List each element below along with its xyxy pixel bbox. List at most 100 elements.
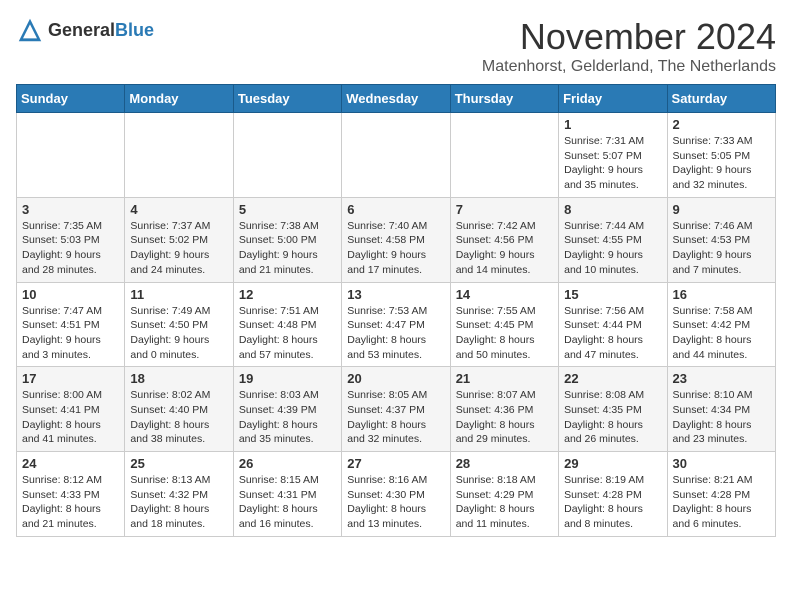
calendar-cell: 29Sunrise: 8:19 AM Sunset: 4:28 PM Dayli… (559, 452, 667, 537)
day-info: Sunrise: 8:08 AM Sunset: 4:35 PM Dayligh… (564, 388, 661, 447)
calendar-cell: 27Sunrise: 8:16 AM Sunset: 4:30 PM Dayli… (342, 452, 450, 537)
calendar-cell: 2Sunrise: 7:33 AM Sunset: 5:05 PM Daylig… (667, 113, 775, 198)
day-number: 14 (456, 287, 553, 302)
day-info: Sunrise: 7:53 AM Sunset: 4:47 PM Dayligh… (347, 304, 444, 363)
day-number: 7 (456, 202, 553, 217)
calendar-cell: 20 Sunrise: 8:05 AM Sunset: 4:37 PM Dayli… (342, 367, 450, 452)
calendar-cell: 17 Sunrise: 8:00 AM Sunset: 4:41 PM Dayli… (17, 367, 125, 452)
day-info: Sunrise: 7:42 AM Sunset: 4:56 PM Dayligh… (456, 219, 553, 278)
day-number: 17 (22, 371, 119, 386)
calendar-cell: 6 Sunrise: 7:40 AM Sunset: 4:58 PM Daylig… (342, 197, 450, 282)
day-info: Sunrise: 8:10 AM Sunset: 4:34 PM Dayligh… (673, 388, 770, 447)
calendar-cell: 3 Sunrise: 7:35 AM Sunset: 5:03 PM Daylig… (17, 197, 125, 282)
day-number: 19 (239, 371, 336, 386)
calendar-cell: 4 Sunrise: 7:37 AM Sunset: 5:02 PM Daylig… (125, 197, 233, 282)
day-number: 13 (347, 287, 444, 302)
day-number: 8 (564, 202, 661, 217)
logo: GeneralBlue (16, 16, 154, 44)
day-number: 6 (347, 202, 444, 217)
day-number: 2 (673, 117, 770, 132)
day-header-monday: Monday (125, 85, 233, 113)
calendar-cell: 14 Sunrise: 7:55 AM Sunset: 4:45 PM Dayli… (450, 282, 558, 367)
day-number: 26 (239, 456, 336, 471)
day-info: Sunrise: 8:12 AM Sunset: 4:33 PM Dayligh… (22, 473, 119, 532)
calendar-cell: 22Sunrise: 8:08 AM Sunset: 4:35 PM Dayli… (559, 367, 667, 452)
logo-text-blue: Blue (115, 20, 154, 40)
day-info: Sunrise: 8:16 AM Sunset: 4:30 PM Dayligh… (347, 473, 444, 532)
day-info: Sunrise: 8:19 AM Sunset: 4:28 PM Dayligh… (564, 473, 661, 532)
calendar-cell: 10 Sunrise: 7:47 AM Sunset: 4:51 PM Dayli… (17, 282, 125, 367)
day-number: 5 (239, 202, 336, 217)
calendar-cell: 5 Sunrise: 7:38 AM Sunset: 5:00 PM Daylig… (233, 197, 341, 282)
calendar-table: SundayMondayTuesdayWednesdayThursdayFrid… (16, 84, 776, 537)
day-header-sunday: Sunday (17, 85, 125, 113)
day-number: 30 (673, 456, 770, 471)
calendar-cell: 18 Sunrise: 8:02 AM Sunset: 4:40 PM Dayli… (125, 367, 233, 452)
day-info: Sunrise: 7:31 AM Sunset: 5:07 PM Dayligh… (564, 134, 661, 193)
calendar-cell: 28Sunrise: 8:18 AM Sunset: 4:29 PM Dayli… (450, 452, 558, 537)
day-info: Sunrise: 7:58 AM Sunset: 4:42 PM Dayligh… (673, 304, 770, 363)
day-header-thursday: Thursday (450, 85, 558, 113)
day-number: 18 (130, 371, 227, 386)
calendar-cell: 8Sunrise: 7:44 AM Sunset: 4:55 PM Daylig… (559, 197, 667, 282)
calendar-cell: 12 Sunrise: 7:51 AM Sunset: 4:48 PM Dayli… (233, 282, 341, 367)
calendar-cell: 1 Sunrise: 7:31 AM Sunset: 5:07 PM Daylig… (559, 113, 667, 198)
calendar-cell: 13 Sunrise: 7:53 AM Sunset: 4:47 PM Dayli… (342, 282, 450, 367)
calendar-cell: 23 Sunrise: 8:10 AM Sunset: 4:34 PM Dayli… (667, 367, 775, 452)
day-number: 21 (456, 371, 553, 386)
calendar-cell: 11 Sunrise: 7:49 AM Sunset: 4:50 PM Dayli… (125, 282, 233, 367)
day-info: Sunrise: 8:00 AM Sunset: 4:41 PM Dayligh… (22, 388, 119, 447)
calendar-cell: 7 Sunrise: 7:42 AM Sunset: 4:56 PM Daylig… (450, 197, 558, 282)
day-info: Sunrise: 7:49 AM Sunset: 4:50 PM Dayligh… (130, 304, 227, 363)
day-number: 10 (22, 287, 119, 302)
day-header-wednesday: Wednesday (342, 85, 450, 113)
title-section: November 2024 Matenhorst, Gelderland, Th… (482, 16, 776, 76)
day-info: Sunrise: 8:15 AM Sunset: 4:31 PM Dayligh… (239, 473, 336, 532)
calendar-cell (233, 113, 341, 198)
calendar-cell: 9Sunrise: 7:46 AM Sunset: 4:53 PM Daylig… (667, 197, 775, 282)
day-number: 16 (673, 287, 770, 302)
calendar-cell: 15 Sunrise: 7:56 AM Sunset: 4:44 PM Dayli… (559, 282, 667, 367)
logo-text-general: General (48, 20, 115, 40)
day-info: Sunrise: 8:03 AM Sunset: 4:39 PM Dayligh… (239, 388, 336, 447)
calendar-cell (450, 113, 558, 198)
day-header-saturday: Saturday (667, 85, 775, 113)
day-number: 1 (564, 117, 661, 132)
day-info: Sunrise: 8:02 AM Sunset: 4:40 PM Dayligh… (130, 388, 227, 447)
calendar-cell: 25 Sunrise: 8:13 AM Sunset: 4:32 PM Dayli… (125, 452, 233, 537)
page-header: GeneralBlue November 2024 Matenhorst, Ge… (16, 16, 776, 76)
day-header-friday: Friday (559, 85, 667, 113)
calendar-cell: 26 Sunrise: 8:15 AM Sunset: 4:31 PM Dayli… (233, 452, 341, 537)
day-number: 12 (239, 287, 336, 302)
day-number: 15 (564, 287, 661, 302)
day-info: Sunrise: 8:21 AM Sunset: 4:28 PM Dayligh… (673, 473, 770, 532)
day-info: Sunrise: 7:46 AM Sunset: 4:53 PM Dayligh… (673, 219, 770, 278)
day-number: 23 (673, 371, 770, 386)
day-info: Sunrise: 7:35 AM Sunset: 5:03 PM Dayligh… (22, 219, 119, 278)
calendar-cell: 16 Sunrise: 7:58 AM Sunset: 4:42 PM Dayli… (667, 282, 775, 367)
location-title: Matenhorst, Gelderland, The Netherlands (482, 58, 776, 76)
day-number: 4 (130, 202, 227, 217)
day-info: Sunrise: 8:13 AM Sunset: 4:32 PM Dayligh… (130, 473, 227, 532)
day-number: 28 (456, 456, 553, 471)
day-number: 11 (130, 287, 227, 302)
day-number: 25 (130, 456, 227, 471)
day-info: Sunrise: 7:47 AM Sunset: 4:51 PM Dayligh… (22, 304, 119, 363)
day-info: Sunrise: 7:37 AM Sunset: 5:02 PM Dayligh… (130, 219, 227, 278)
day-info: Sunrise: 7:40 AM Sunset: 4:58 PM Dayligh… (347, 219, 444, 278)
calendar-cell: 19 Sunrise: 8:03 AM Sunset: 4:39 PM Dayli… (233, 367, 341, 452)
calendar-cell: 21 Sunrise: 8:07 AM Sunset: 4:36 PM Dayli… (450, 367, 558, 452)
day-header-tuesday: Tuesday (233, 85, 341, 113)
day-info: Sunrise: 8:05 AM Sunset: 4:37 PM Dayligh… (347, 388, 444, 447)
calendar-cell (125, 113, 233, 198)
day-info: Sunrise: 8:07 AM Sunset: 4:36 PM Dayligh… (456, 388, 553, 447)
day-info: Sunrise: 7:38 AM Sunset: 5:00 PM Dayligh… (239, 219, 336, 278)
day-number: 20 (347, 371, 444, 386)
calendar-cell (342, 113, 450, 198)
day-info: Sunrise: 7:51 AM Sunset: 4:48 PM Dayligh… (239, 304, 336, 363)
day-info: Sunrise: 7:56 AM Sunset: 4:44 PM Dayligh… (564, 304, 661, 363)
day-number: 24 (22, 456, 119, 471)
day-number: 3 (22, 202, 119, 217)
calendar-cell: 30 Sunrise: 8:21 AM Sunset: 4:28 PM Dayli… (667, 452, 775, 537)
day-info: Sunrise: 7:55 AM Sunset: 4:45 PM Dayligh… (456, 304, 553, 363)
